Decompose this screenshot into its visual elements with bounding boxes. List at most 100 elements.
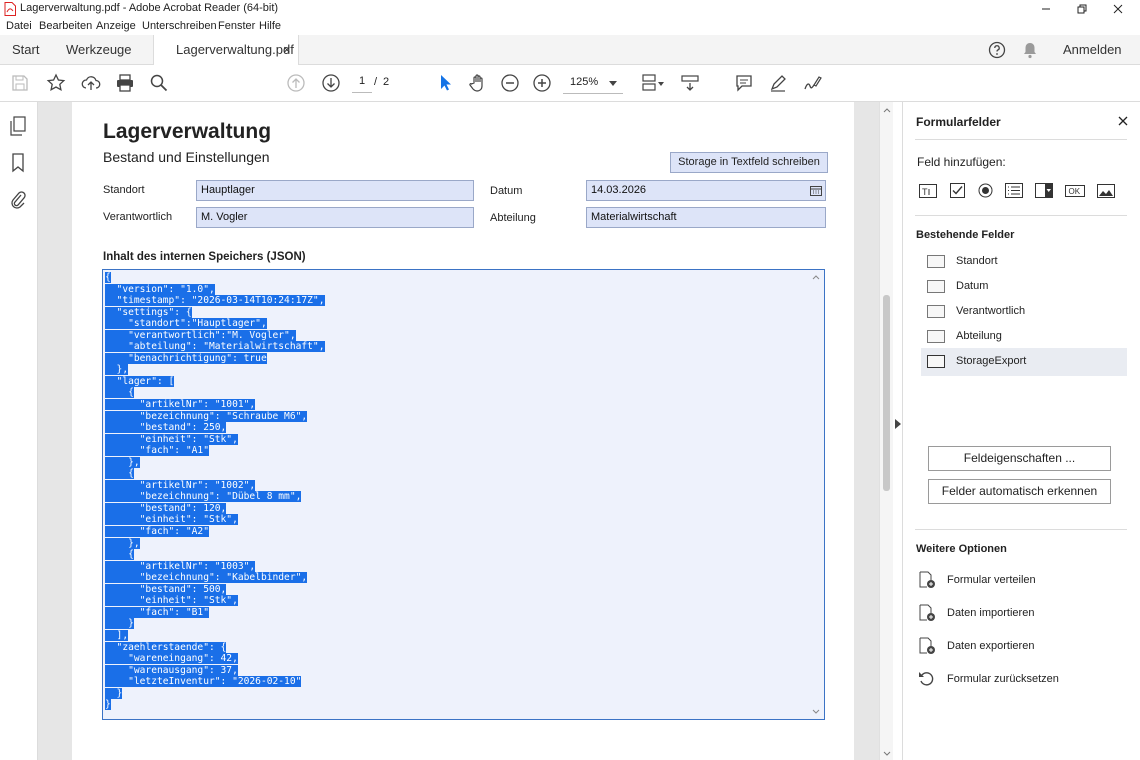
print-icon[interactable] xyxy=(114,72,136,94)
field-item-standort[interactable]: Standort xyxy=(921,249,1127,275)
field-item-storageexport[interactable]: StorageExport xyxy=(921,348,1127,376)
reset-icon xyxy=(919,672,934,686)
json-line: { xyxy=(105,468,134,480)
scrollbar-thumb[interactable] xyxy=(883,295,890,491)
json-line: "abteilung": "Materialwirtschaft", xyxy=(105,341,325,353)
abteilung-field[interactable]: Materialwirtschaft xyxy=(586,207,826,228)
field-item-datum[interactable]: Datum xyxy=(921,274,1127,300)
select-cursor-icon[interactable] xyxy=(434,72,456,94)
json-line: "timestamp": "2026-03-14T10:24:17Z", xyxy=(105,295,325,307)
verantwortlich-field[interactable]: M. Vogler xyxy=(196,207,474,228)
menu-datei[interactable]: Datei xyxy=(6,20,32,32)
ok-button-icon[interactable]: OK xyxy=(1065,185,1085,197)
menu-unterschreiben[interactable]: Unterschreiben xyxy=(142,20,217,32)
menu-fenster[interactable]: Fenster xyxy=(218,20,255,32)
standort-label: Standort xyxy=(103,184,145,196)
chevron-down-icon xyxy=(609,81,617,86)
verantwortlich-label: Verantwortlich xyxy=(103,211,173,223)
radio-button-icon[interactable] xyxy=(978,183,993,198)
hand-tool-icon[interactable] xyxy=(467,72,489,94)
json-line: "standort":"Hauptlager", xyxy=(105,318,267,330)
json-line: "fach": "A2" xyxy=(105,526,209,538)
calendar-icon[interactable] xyxy=(810,185,822,196)
next-page-icon[interactable] xyxy=(320,72,342,94)
sign-icon[interactable] xyxy=(801,72,823,94)
auto-detect-fields-button[interactable]: Felder automatisch erkennen xyxy=(928,479,1111,504)
datum-field[interactable]: 14.03.2026 xyxy=(586,180,826,201)
menu-anzeige[interactable]: Anzeige xyxy=(96,20,136,32)
scroll-up-icon[interactable] xyxy=(883,107,891,113)
field-properties-button[interactable]: Feldeigenschaften ... xyxy=(928,446,1111,471)
comment-icon[interactable] xyxy=(733,72,755,94)
document-scrollbar[interactable] xyxy=(879,102,893,760)
page-view-icon[interactable] xyxy=(640,72,666,94)
json-line: "bezeichnung": "Kabelbinder", xyxy=(105,572,308,584)
json-line: "fach": "B1" xyxy=(105,606,209,618)
save-icon[interactable] xyxy=(9,72,31,94)
field-item-label: Abteilung xyxy=(956,330,1002,342)
highlight-pen-icon[interactable] xyxy=(767,72,789,94)
json-line: } xyxy=(105,687,123,699)
close-window-button[interactable] xyxy=(1100,0,1136,18)
image-field-icon[interactable] xyxy=(1097,184,1115,198)
panel-close-icon[interactable] xyxy=(1118,116,1128,126)
signin-button[interactable]: Anmelden xyxy=(1063,35,1122,65)
zoom-out-icon[interactable] xyxy=(499,72,521,94)
json-line: "settings": { xyxy=(105,306,192,318)
text-field-icon[interactable]: T xyxy=(919,184,937,198)
option-export-data[interactable]: Daten exportieren xyxy=(918,637,1128,657)
dropdown-field-icon[interactable] xyxy=(1035,183,1053,198)
json-section-title: Inhalt des internen Speichers (JSON) xyxy=(103,251,306,263)
option-reset-form[interactable]: Formular zurücksetzen xyxy=(918,670,1128,690)
notification-bell-icon[interactable] xyxy=(1022,41,1038,59)
option-import-data[interactable]: Daten importieren xyxy=(918,604,1128,624)
storage-export-textarea[interactable]: { "version": "1.0", "timestamp": "2026-0… xyxy=(102,269,825,720)
json-line: }, xyxy=(105,456,140,468)
search-icon[interactable] xyxy=(148,72,170,94)
form-fields-panel: Formularfelder Feld hinzufügen: T OK Bes… xyxy=(902,102,1140,760)
standort-field[interactable]: Hauptlager xyxy=(196,180,474,201)
option-distribute-form[interactable]: Formular verteilen xyxy=(918,571,1128,591)
json-line: "lager": [ xyxy=(105,375,175,387)
document-viewport: Lagerverwaltung Bestand und Einstellunge… xyxy=(38,102,879,760)
menu-bearbeiten[interactable]: Bearbeiten xyxy=(39,20,92,32)
expand-right-arrow-icon[interactable] xyxy=(895,418,901,429)
json-line: "warenausgang": 37, xyxy=(105,664,238,676)
tab-werkzeuge[interactable]: Werkzeuge xyxy=(66,35,132,65)
zoom-select[interactable]: 125% xyxy=(563,74,623,94)
checkbox-icon[interactable] xyxy=(950,183,965,198)
tab-close-icon[interactable]: × xyxy=(283,35,291,64)
json-line: } xyxy=(105,618,134,630)
textarea-scroll-up-icon[interactable] xyxy=(812,274,820,280)
form-tool-icon[interactable] xyxy=(679,72,701,94)
storage-write-button[interactable]: Storage in Textfeld schreiben xyxy=(670,152,828,173)
maximize-button[interactable] xyxy=(1064,0,1100,18)
scroll-down-icon[interactable] xyxy=(883,751,891,757)
json-line: "einheit": "Stk", xyxy=(105,433,238,445)
minimize-button[interactable] xyxy=(1028,0,1064,18)
bookmark-star-icon[interactable] xyxy=(45,72,67,94)
json-line: "einheit": "Stk", xyxy=(105,595,238,607)
page-thumbnails-icon[interactable] xyxy=(9,116,27,136)
json-line: "wareneingang": 42, xyxy=(105,653,238,665)
field-item-verantwortlich[interactable]: Verantwortlich xyxy=(921,299,1127,325)
bookmarks-icon[interactable] xyxy=(11,153,25,173)
more-options-heading: Weitere Optionen xyxy=(916,543,1007,555)
close-icon xyxy=(1113,4,1123,14)
help-icon[interactable] xyxy=(988,41,1006,59)
page-total: 2 xyxy=(383,76,390,88)
textarea-scroll-down-icon[interactable] xyxy=(812,709,820,715)
tab-document[interactable]: Lagerverwaltung.pdf × xyxy=(153,35,299,66)
attachments-icon[interactable] xyxy=(10,190,26,210)
menu-hilfe[interactable]: Hilfe xyxy=(259,20,281,32)
tab-start[interactable]: Start xyxy=(12,35,39,65)
text-field-icon xyxy=(927,305,945,318)
list-box-icon[interactable] xyxy=(1005,183,1023,198)
zoom-in-icon[interactable] xyxy=(531,72,553,94)
cloud-upload-icon[interactable] xyxy=(80,72,102,94)
previous-page-icon[interactable] xyxy=(285,72,307,94)
field-item-abteilung[interactable]: Abteilung xyxy=(921,324,1127,350)
restore-icon xyxy=(1077,4,1087,14)
page-number-input[interactable]: 1 xyxy=(352,75,372,93)
panel-divider xyxy=(915,529,1127,530)
